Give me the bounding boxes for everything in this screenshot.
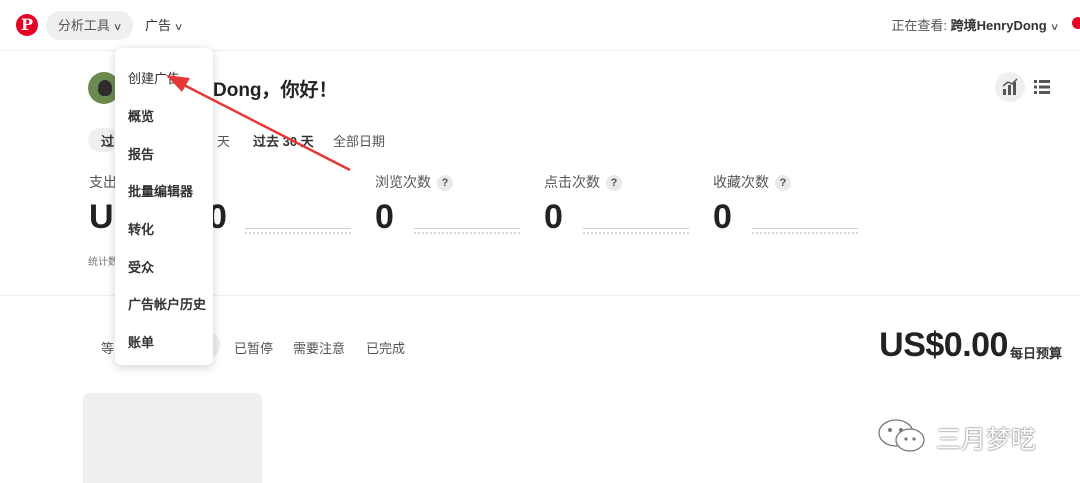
ads-menu-button[interactable]: 广告 ∨ xyxy=(145,11,184,40)
impressions-sparkline xyxy=(414,228,520,229)
menu-item-overview[interactable]: 概览 xyxy=(128,106,154,125)
analytics-menu-button[interactable]: 分析工具 ∨ xyxy=(46,11,133,40)
date-range-active-label: 过 xyxy=(101,134,115,149)
impressions-label: 浏览次数? xyxy=(375,172,453,192)
viewing-prefix: 正在查看: xyxy=(891,18,951,33)
chart-view-button[interactable] xyxy=(995,72,1025,102)
menu-item-bulk-editor[interactable]: 批量编辑器 xyxy=(128,181,193,200)
saves-label: 收藏次数? xyxy=(713,172,791,192)
saves-sparkline xyxy=(752,228,858,229)
chevron-down-icon: ∨ xyxy=(1049,22,1060,33)
ads-menu-label: 广告 xyxy=(145,18,172,33)
clicks-value: 0 xyxy=(544,198,563,236)
chevron-down-icon: ∨ xyxy=(112,22,123,33)
clicks-label-text: 点击次数 xyxy=(544,174,600,190)
account-name: 跨境HenryDong xyxy=(950,18,1047,33)
spend-sparkline xyxy=(245,228,351,229)
account-switcher[interactable]: 正在查看: 跨境HenryDong ∨ xyxy=(891,11,1060,40)
menu-item-audiences[interactable]: 受众 xyxy=(128,257,154,276)
ads-dropdown-menu: 创建广告 概览 报告 批量编辑器 转化 受众 广告帐户历史 账单 xyxy=(115,48,213,365)
spend-label: 支出 xyxy=(89,174,117,190)
spend-value: U xyxy=(89,198,114,236)
impressions-sparkline-baseline xyxy=(414,232,520,235)
wechat-icon xyxy=(878,419,925,452)
menu-item-create-ad[interactable]: 创建广告 xyxy=(128,68,180,87)
stats-note: 统计数 xyxy=(88,257,118,268)
clicks-label: 点击次数? xyxy=(544,172,622,192)
date-range-option[interactable]: 天 xyxy=(217,131,230,150)
notification-dot-icon[interactable] xyxy=(1072,17,1080,29)
table-view-button[interactable] xyxy=(1034,79,1050,95)
help-icon[interactable]: ? xyxy=(606,175,622,191)
watermark: 三月梦呓 xyxy=(876,418,1036,456)
top-navigation-bar: P 分析工具 ∨ 广告 ∨ 正在查看: 跨境HenryDong ∨ xyxy=(0,0,1080,51)
impressions-label-text: 浏览次数 xyxy=(375,174,431,190)
menu-item-conversions[interactable]: 转化 xyxy=(128,219,154,238)
menu-item-billing[interactable]: 账单 xyxy=(128,332,154,351)
saves-value: 0 xyxy=(713,198,732,236)
greeting-title: Dong，你好！ xyxy=(213,80,338,101)
daily-budget: US$0.00 每日预算 xyxy=(879,326,1062,365)
campaign-card-placeholder[interactable] xyxy=(83,393,262,483)
menu-item-reports[interactable]: 报告 xyxy=(128,144,154,163)
status-filter-completed[interactable]: 已完成 xyxy=(366,338,405,357)
watermark-text: 三月梦呓 xyxy=(936,426,1037,454)
chevron-down-icon: ∨ xyxy=(173,22,184,33)
table-icon xyxy=(1034,80,1050,94)
help-icon[interactable]: ? xyxy=(437,175,453,191)
status-filter-paused[interactable]: 已暂停 xyxy=(234,338,273,357)
menu-item-account-history[interactable]: 广告帐户历史 xyxy=(128,294,206,313)
saves-label-text: 收藏次数 xyxy=(713,174,769,190)
status-filter-attention[interactable]: 需要注意 xyxy=(293,338,345,357)
date-range-option[interactable]: 全部日期 xyxy=(333,131,385,150)
saves-sparkline-baseline xyxy=(752,232,858,235)
daily-budget-amount: US$0.00 xyxy=(879,326,1008,364)
status-filter-all[interactable]: 等 xyxy=(101,338,114,357)
date-range-option[interactable]: 过去 30 天 xyxy=(253,131,314,150)
impressions-value: 0 xyxy=(375,198,394,236)
spend-sparkline-baseline xyxy=(245,232,351,235)
pinterest-logo-icon[interactable]: P xyxy=(16,14,38,36)
help-icon[interactable]: ? xyxy=(775,175,791,191)
daily-budget-label: 每日预算 xyxy=(1009,346,1062,361)
chart-icon xyxy=(1002,78,1018,95)
clicks-sparkline xyxy=(583,228,689,229)
clicks-sparkline-baseline xyxy=(583,232,689,235)
analytics-menu-label: 分析工具 xyxy=(57,18,110,33)
